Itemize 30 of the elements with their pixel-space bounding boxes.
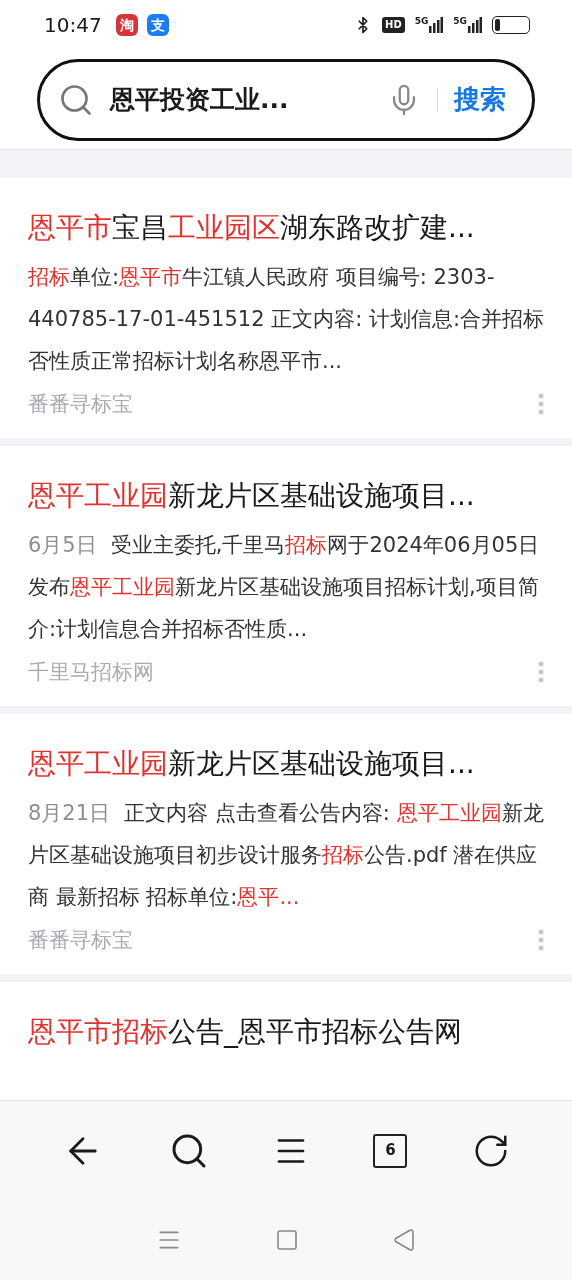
result-title[interactable]: 恩平市宝昌工业园区湖东路改扩建... [28, 206, 544, 250]
result-title[interactable]: 恩平市招标公告_恩平市招标公告网 [28, 1010, 544, 1054]
result-card[interactable]: 恩平工业园新龙片区基础设施项目... 6月5日 受业主委托,千里马招标网于2024年06月05日发布恩平工业园新龙片区基础设施项目招标计划,项目简介:计划信息合并招标否性质... 千里马招标网 [0, 446, 572, 706]
tab-count-button[interactable]: 6 [373, 1133, 408, 1168]
result-title[interactable]: 恩平工业园新龙片区基础设施项目... [28, 474, 544, 518]
search-bar[interactable]: 恩平投资工业... 搜索 [37, 58, 535, 141]
result-card[interactable]: 恩平市招标公告_恩平市招标公告网 [0, 982, 572, 1100]
app-notification-icon: 支 [146, 14, 169, 36]
more-options-icon[interactable] [538, 393, 544, 415]
signal-indicator: 5G [414, 17, 444, 33]
result-snippet: 6月5日 受业主委托,千里马招标网于2024年06月05日发布恩平工业园新龙片区基础设施项目招标计划,项目简介:计划信息合并招标否性质... [28, 532, 541, 643]
hd-badge: HD [382, 17, 405, 33]
status-time: 10:47 [44, 12, 102, 39]
result-snippet: 招标单位:恩平市牛江镇人民政府 项目编号: 2303-440785-17-01-451512 正文内容: 计划信息:合并招标否性质正常招标计划名称恩平市... [28, 264, 544, 375]
result-source: 千里马招标网 [28, 659, 154, 686]
app-notification-icon: 淘 [115, 14, 138, 36]
battery-icon [492, 16, 530, 34]
result-card[interactable]: 恩平工业园新龙片区基础设施项目... 8月21日 正文内容 点击查看公告内容: 恩平工业园新龙片区基础设施项目初步设计服务招标公告.pdf 潜在供应商 最新招标 招标单位:恩平... 番番寻标宝 [0, 714, 572, 974]
result-title[interactable]: 恩平工业园新龙片区基础设施项目... [28, 742, 544, 786]
signal-indicator: 5G [453, 17, 482, 33]
result-snippet: 8月21日 正文内容 点击查看公告内容: 恩平工业园新龙片区基础设施项目初步设计服务招标公告.pdf 潜在供应商 最新招标 招标单位:恩平... [28, 800, 544, 911]
search-query[interactable]: 恩平投资工业... [110, 80, 387, 119]
back-triangle-icon[interactable] [391, 1228, 416, 1253]
more-options-icon[interactable] [538, 661, 544, 683]
result-source: 番番寻标宝 [28, 391, 133, 418]
result-card[interactable]: 恩平市宝昌工业园区湖东路改扩建... 招标单位:恩平市牛江镇人民政府 项目编号: 2303-440785-17-01-451512 正文内容: 计划信息:合并招标否性质正常招标计划名称恩平市... 番番寻标宝 [0, 178, 572, 438]
home-icon[interactable] [275, 1228, 299, 1253]
result-source: 番番寻标宝 [28, 927, 133, 954]
more-options-icon[interactable] [538, 929, 544, 951]
search-button[interactable]: 搜索 [454, 80, 506, 119]
